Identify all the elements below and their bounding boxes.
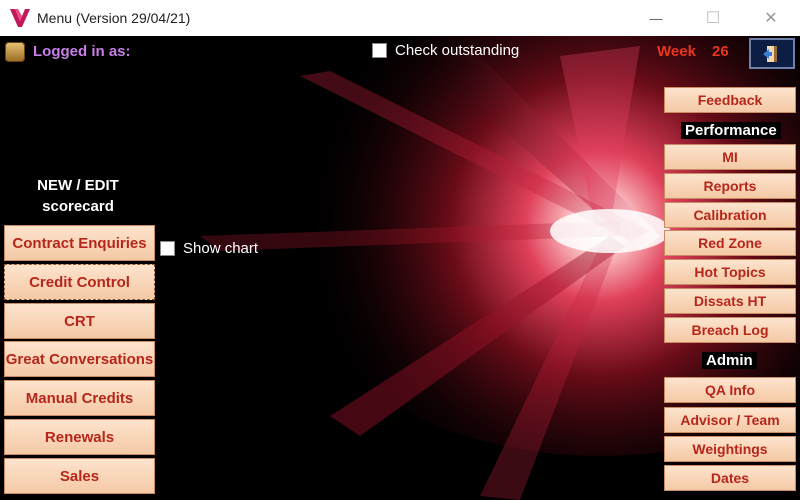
great-conversations-button[interactable]: Great Conversations (4, 341, 155, 377)
reports-button[interactable]: Reports (664, 173, 796, 199)
performance-heading: Performance (681, 122, 781, 139)
exit-door-icon (763, 45, 777, 62)
red-zone-button[interactable]: Red Zone (664, 230, 796, 256)
calibration-button[interactable]: Calibration (664, 202, 796, 228)
week-number: 26 (712, 43, 729, 60)
renewals-button[interactable]: Renewals (4, 419, 155, 455)
breach-log-button[interactable]: Breach Log (664, 317, 796, 343)
sales-button[interactable]: Sales (4, 458, 155, 494)
content-area: Logged in as: Check outstanding Week 26 … (0, 36, 800, 500)
exit-button[interactable] (749, 38, 795, 69)
manual-credits-button[interactable]: Manual Credits (4, 380, 155, 416)
close-button[interactable]: ✕ (748, 0, 794, 36)
app-logo-icon (10, 9, 30, 27)
credit-control-button[interactable]: Credit Control (4, 264, 155, 300)
crt-button[interactable]: CRT (4, 303, 155, 339)
check-outstanding-label: Check outstanding (395, 42, 520, 59)
user-icon (5, 42, 25, 62)
admin-heading: Admin (702, 352, 757, 369)
qa-info-button[interactable]: QA Info (664, 377, 796, 403)
close-icon: ✕ (764, 10, 778, 27)
minimize-icon: — (649, 10, 663, 26)
show-chart-label: Show chart (183, 240, 259, 257)
minimize-button[interactable]: — (633, 0, 679, 36)
dissats-ht-button[interactable]: Dissats HT (664, 288, 796, 314)
heading-line-2: scorecard (42, 198, 114, 215)
show-chart-box[interactable] (160, 241, 175, 256)
title-bar: Menu (Version 29/04/21) — ☐ ✕ (0, 0, 800, 36)
maximize-button[interactable]: ☐ (690, 0, 736, 36)
heading-line-1: NEW / EDIT (37, 177, 119, 194)
dates-button[interactable]: Dates (664, 465, 796, 491)
week-label: Week (657, 43, 696, 60)
logged-in-label: Logged in as: (33, 43, 131, 60)
check-outstanding-checkbox[interactable]: Check outstanding (372, 42, 519, 59)
contract-enquiries-button[interactable]: Contract Enquiries (4, 225, 155, 261)
hot-topics-button[interactable]: Hot Topics (664, 259, 796, 285)
window-title: Menu (Version 29/04/21) (37, 10, 191, 26)
mi-button[interactable]: MI (664, 144, 796, 170)
show-chart-checkbox[interactable]: Show chart (160, 240, 258, 257)
maximize-icon: ☐ (705, 10, 721, 27)
check-outstanding-box[interactable] (372, 43, 387, 58)
new-edit-scorecard-heading: NEW / EDIT scorecard (22, 175, 134, 217)
feedback-button[interactable]: Feedback (664, 87, 796, 113)
app-window: Menu (Version 29/04/21) — ☐ ✕ Logged in … (0, 0, 800, 500)
advisor-team-button[interactable]: Advisor / Team (664, 407, 796, 433)
weightings-button[interactable]: Weightings (664, 436, 796, 462)
